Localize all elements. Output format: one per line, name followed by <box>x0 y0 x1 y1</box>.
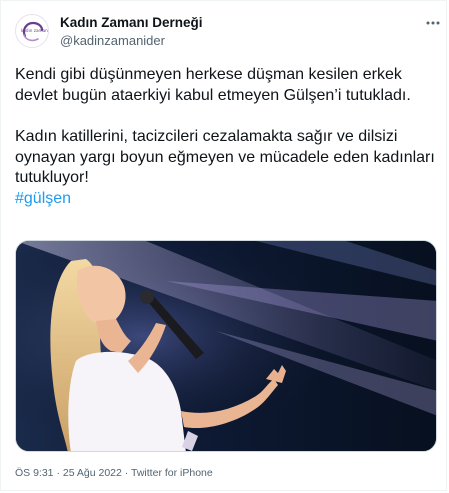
tweet-metadata: ÖS 9:31 · 25 Ağu 2022 · Twitter for iPho… <box>15 467 213 479</box>
tweet-source: Twitter for iPhone <box>131 467 213 479</box>
tweet-paragraph-2: Kadın katillerini, tacizcileri cezalamak… <box>15 128 435 186</box>
tweet-text: Kendi gibi düşünmeyen herkese düşman kes… <box>15 65 440 209</box>
account-handle[interactable]: @kadinzamanider <box>60 33 165 48</box>
tweet-time[interactable]: ÖS 9:31 <box>15 467 54 479</box>
hashtag-link[interactable]: #gülşen <box>15 189 440 210</box>
account-display-name[interactable]: Kadın Zamanı Derneği <box>60 15 203 30</box>
tweet-photo[interactable] <box>15 240 437 452</box>
tweet-paragraph-1: Kendi gibi düşünmeyen herkese düşman kes… <box>15 66 411 104</box>
tweet-card: kadın zamanı Kadın Zamanı Derneği @kadin… <box>0 0 447 491</box>
tweet-date[interactable]: 25 Ağu 2022 <box>63 467 122 479</box>
meta-separator: · <box>124 467 129 479</box>
profile-avatar[interactable]: kadın zamanı <box>15 14 49 48</box>
singer-on-stage-image <box>16 241 436 451</box>
kadin-zamani-logo-icon: kadın zamanı <box>21 21 49 42</box>
meta-separator: · <box>56 467 60 479</box>
avatar-text-top: kadın zamanı <box>21 28 49 33</box>
more-horizontal-icon[interactable] <box>421 13 445 33</box>
